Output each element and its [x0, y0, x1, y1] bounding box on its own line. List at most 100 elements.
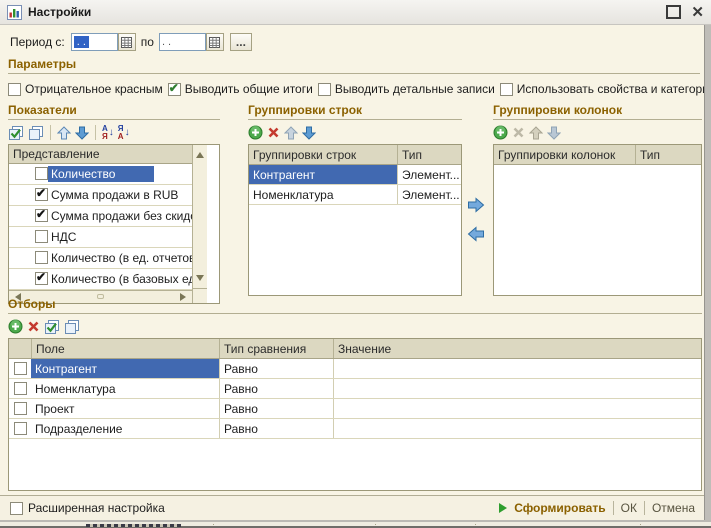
filter-checkbox[interactable] — [14, 362, 27, 375]
arrow-down-icon[interactable] — [75, 126, 89, 140]
indicator-row[interactable]: Сумма продажи без скидок в RUB — [9, 206, 192, 227]
indicator-label: Количество — [48, 166, 154, 182]
row-group-row[interactable]: Номенклатура Элемент... — [249, 185, 461, 205]
option-show-details[interactable]: Выводить детальные записи — [318, 82, 495, 96]
title-bar[interactable]: Настройки ✕ — [0, 0, 711, 25]
column-header[interactable]: Тип — [397, 145, 461, 164]
option-use-properties[interactable]: Использовать свойства и категории — [500, 82, 711, 96]
filter-value[interactable] — [333, 379, 701, 398]
add-icon[interactable] — [248, 125, 263, 140]
close-icon[interactable]: ✕ — [691, 5, 704, 20]
filter-value[interactable] — [333, 399, 701, 418]
filters-panel: Отборы — [8, 297, 702, 491]
arrow-up-icon[interactable] — [57, 126, 71, 140]
filter-comparison[interactable]: Равно — [219, 419, 333, 438]
filter-value[interactable] — [333, 419, 701, 438]
uncheck-all-icon[interactable] — [64, 319, 80, 335]
indicators-table-header[interactable]: Представление — [9, 145, 192, 164]
maximize-icon[interactable] — [666, 5, 681, 19]
generate-button[interactable]: Сформировать — [514, 501, 605, 515]
move-to-columns-button[interactable] — [466, 197, 486, 213]
indicator-row[interactable]: Количество (в ед. отчетов) — [9, 248, 192, 269]
arrow-down-icon[interactable] — [302, 126, 316, 140]
uncheck-all-icon[interactable] — [28, 125, 44, 141]
column-header[interactable]: Значение — [333, 339, 701, 358]
column-header[interactable]: Тип сравнения — [219, 339, 333, 358]
indicator-checkbox[interactable] — [35, 230, 48, 243]
indicator-checkbox[interactable] — [35, 251, 48, 264]
move-to-rows-button[interactable] — [466, 226, 486, 242]
add-icon[interactable] — [8, 319, 23, 334]
filter-row[interactable]: Номенклатура Равно — [9, 379, 701, 399]
group-type[interactable]: Элемент... — [397, 165, 461, 184]
checkbox[interactable] — [500, 83, 513, 96]
filter-checkbox[interactable] — [14, 402, 27, 415]
row-groups-table-header[interactable]: Группировки строк Тип — [249, 145, 461, 165]
indicator-row[interactable]: Сумма продажи в RUB — [9, 185, 192, 206]
period-to-input[interactable]: . . — [159, 33, 206, 51]
col-groups-table-header[interactable]: Группировки колонок Тип — [494, 145, 701, 165]
column-header[interactable]: Группировки строк — [249, 145, 397, 164]
add-icon[interactable] — [493, 125, 508, 140]
filters-table-header[interactable]: Поле Тип сравнения Значение — [9, 339, 701, 359]
arrow-up-icon[interactable] — [284, 126, 298, 140]
filter-field[interactable]: Подразделение — [31, 419, 219, 438]
filter-field[interactable]: Проект — [31, 399, 219, 418]
period-to-calendar-button[interactable] — [206, 33, 224, 51]
indicator-row[interactable]: Количество (в базовых единицах) — [9, 269, 192, 290]
ok-button[interactable]: ОК — [621, 501, 637, 515]
arrow-down-icon[interactable] — [547, 126, 561, 140]
group-name[interactable]: Контрагент — [249, 165, 397, 184]
cancel-button[interactable]: Отмена — [652, 501, 695, 515]
filter-row[interactable]: Проект Равно — [9, 399, 701, 419]
filter-row[interactable]: Подразделение Равно — [9, 419, 701, 439]
indicator-label: Сумма продажи в RUB — [48, 187, 181, 203]
check-all-icon[interactable] — [8, 125, 24, 141]
period-from-calendar-button[interactable] — [118, 33, 136, 51]
sort-asc-icon[interactable]: АЯ ↓ — [102, 125, 114, 141]
period-from-input[interactable]: . . — [71, 33, 118, 51]
scroll-up-icon[interactable] — [196, 148, 204, 158]
period-to-value: . . — [162, 36, 171, 48]
vertical-scrollbar[interactable] — [192, 145, 207, 303]
advanced-checkbox[interactable] — [10, 502, 23, 515]
filter-checkbox[interactable] — [14, 422, 27, 435]
advanced-settings-option[interactable]: Расширенная настройка — [10, 501, 165, 515]
column-header[interactable]: Представление — [9, 145, 192, 163]
option-negative-red[interactable]: Отрицательное красным — [8, 82, 163, 96]
filter-row[interactable]: Контрагент Равно — [9, 359, 701, 379]
check-all-icon[interactable] — [44, 319, 60, 335]
arrow-up-icon[interactable] — [529, 126, 543, 140]
filter-field[interactable]: Номенклатура — [31, 379, 219, 398]
checkbox[interactable] — [8, 83, 21, 96]
delete-icon[interactable] — [267, 126, 280, 139]
group-type[interactable]: Элемент... — [397, 185, 461, 204]
row-group-row[interactable]: Контрагент Элемент... — [249, 165, 461, 185]
sort-desc-icon[interactable]: ЯА ↓ — [118, 125, 130, 141]
column-header[interactable]: Поле — [31, 339, 219, 358]
indicator-row[interactable]: Количество — [9, 164, 192, 185]
indicator-checkbox[interactable] — [35, 167, 48, 180]
advanced-label: Расширенная настройка — [28, 501, 165, 515]
indicator-checkbox[interactable] — [35, 188, 48, 201]
indicator-checkbox[interactable] — [35, 272, 48, 285]
group-name[interactable]: Номенклатура — [249, 185, 397, 204]
play-icon — [499, 503, 507, 513]
delete-icon[interactable] — [27, 320, 40, 333]
checkbox[interactable] — [168, 83, 181, 96]
column-header[interactable]: Группировки колонок — [494, 145, 635, 164]
scroll-down-icon[interactable] — [196, 275, 204, 285]
indicator-checkbox[interactable] — [35, 209, 48, 222]
indicator-row[interactable]: НДС — [9, 227, 192, 248]
delete-icon[interactable] — [512, 126, 525, 139]
option-show-totals[interactable]: Выводить общие итоги — [168, 82, 313, 96]
filter-comparison[interactable]: Равно — [219, 379, 333, 398]
filter-value[interactable] — [333, 359, 701, 378]
checkbox[interactable] — [318, 83, 331, 96]
filter-comparison[interactable]: Равно — [219, 359, 333, 378]
period-more-button[interactable]: ... — [230, 33, 252, 51]
filter-comparison[interactable]: Равно — [219, 399, 333, 418]
filter-field[interactable]: Контрагент — [31, 359, 219, 378]
filter-checkbox[interactable] — [14, 382, 27, 395]
column-header[interactable]: Тип — [635, 145, 701, 164]
